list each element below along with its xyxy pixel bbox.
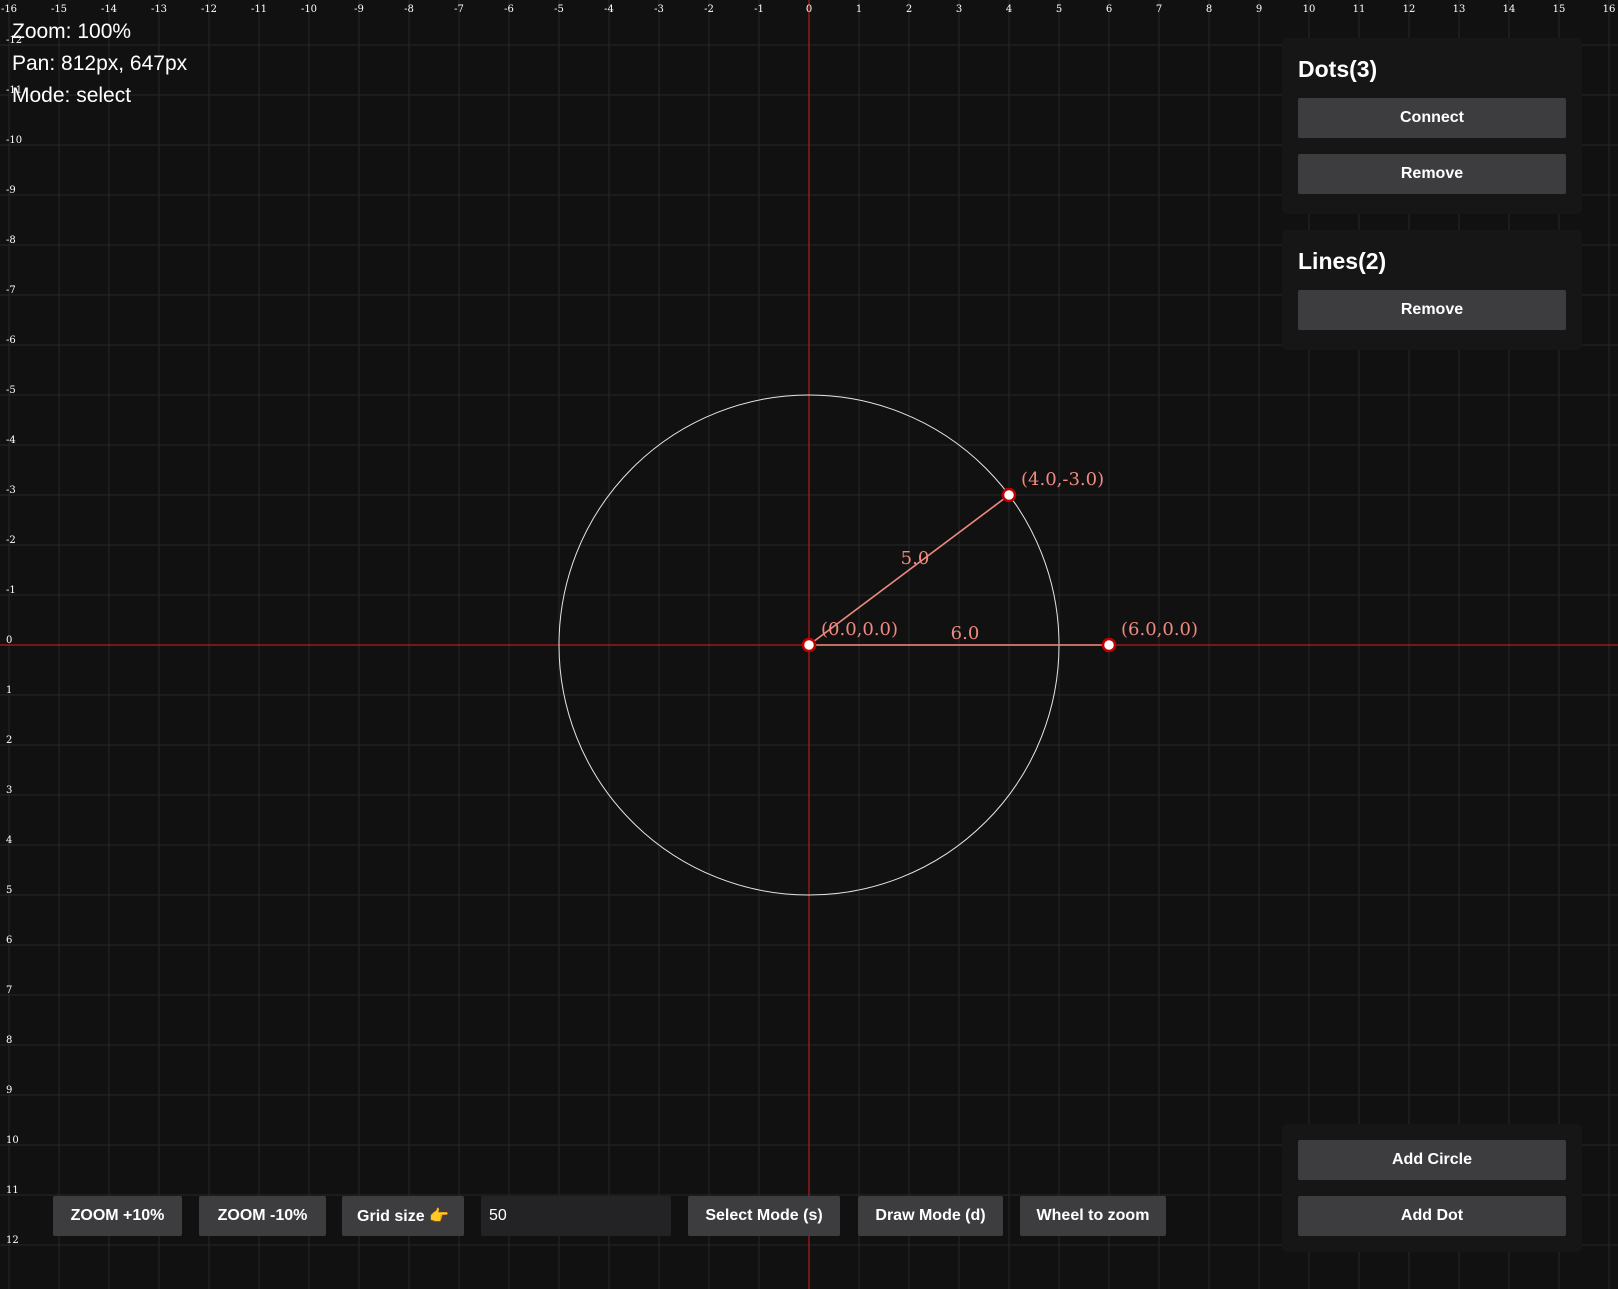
y-tick-label: 2 <box>6 735 12 746</box>
y-tick-label: 3 <box>6 785 12 796</box>
x-tick-label: -15 <box>51 4 67 15</box>
x-tick-label: -1 <box>754 4 764 15</box>
x-tick-label: -7 <box>454 4 464 15</box>
connect-button[interactable]: Connect <box>1298 98 1566 138</box>
x-tick-label: -12 <box>201 4 217 15</box>
y-tick-label: -3 <box>6 485 16 496</box>
x-tick-label: 11 <box>1353 4 1366 15</box>
dot-coordinate-label: (0.0,0.0) <box>821 619 898 640</box>
x-tick-label: 2 <box>906 4 912 15</box>
x-tick-label: -4 <box>604 4 614 15</box>
pan-readout: Pan: 812px, 647px <box>12 52 188 75</box>
lines-panel-title: Lines(2) <box>1298 248 1387 274</box>
x-tick-label: -2 <box>704 4 714 15</box>
y-tick-label: 1 <box>6 685 12 696</box>
x-tick-label: 0 <box>806 4 812 15</box>
y-tick-label: -4 <box>6 435 16 446</box>
y-tick-label: 6 <box>6 935 12 946</box>
dot-point <box>1001 487 1017 503</box>
add-panel: Add Circle Add Dot <box>1282 1124 1582 1252</box>
line-length-label: 5.0 <box>901 548 930 569</box>
dot-coordinate-label: (6.0,0.0) <box>1121 619 1198 640</box>
zoom-in-button[interactable]: ZOOM +10% <box>53 1196 182 1236</box>
y-tick-label: 7 <box>6 985 12 996</box>
x-tick-label: 1 <box>856 4 862 15</box>
x-tick-label: 14 <box>1503 4 1516 15</box>
grid-size-button[interactable]: Grid size 👉 <box>342 1196 464 1236</box>
x-tick-label: 4 <box>1006 4 1012 15</box>
y-tick-label: -6 <box>6 335 16 346</box>
x-tick-label: -5 <box>554 4 564 15</box>
x-tick-label: -16 <box>1 4 17 15</box>
draw-mode-button[interactable]: Draw Mode (d) <box>858 1196 1003 1236</box>
y-tick-label: 9 <box>6 1085 12 1096</box>
y-tick-label: -7 <box>6 285 16 296</box>
x-tick-label: 12 <box>1403 4 1416 15</box>
y-tick-label: -1 <box>6 585 16 596</box>
y-tick-label: 12 <box>6 1235 19 1246</box>
y-tick-label: -2 <box>6 535 16 546</box>
dots-panel-title: Dots(3) <box>1298 56 1378 82</box>
lines-panel: Lines(2) Remove <box>1282 230 1582 350</box>
x-tick-label: 13 <box>1453 4 1466 15</box>
x-tick-label: -8 <box>404 4 414 15</box>
y-tick-label: 8 <box>6 1035 12 1046</box>
x-tick-label: -11 <box>251 4 267 15</box>
add-circle-button[interactable]: Add Circle <box>1298 1140 1566 1180</box>
y-tick-label: 0 <box>6 635 12 646</box>
add-dot-button[interactable]: Add Dot <box>1298 1196 1566 1236</box>
wheel-zoom-button[interactable]: Wheel to zoom <box>1020 1196 1166 1236</box>
status-readout: Zoom: 100% Pan: 812px, 647px Mode: selec… <box>12 16 187 112</box>
dot-point <box>1101 637 1117 653</box>
y-tick-label: -8 <box>6 235 16 246</box>
y-tick-label: 10 <box>6 1135 19 1146</box>
remove-dots-button[interactable]: Remove <box>1298 154 1566 194</box>
x-tick-label: 6 <box>1106 4 1112 15</box>
x-tick-label: 7 <box>1156 4 1162 15</box>
x-tick-label: -3 <box>654 4 664 15</box>
x-tick-label: -6 <box>504 4 514 15</box>
x-tick-label: -13 <box>151 4 167 15</box>
select-mode-button[interactable]: Select Mode (s) <box>688 1196 840 1236</box>
dot-coordinate-label: (4.0,-3.0) <box>1021 469 1104 490</box>
dot-point <box>801 637 817 653</box>
line-length-label: 6.0 <box>951 623 980 644</box>
y-tick-label: -10 <box>6 135 22 146</box>
x-tick-label: 3 <box>956 4 962 15</box>
y-tick-label: 11 <box>6 1185 19 1196</box>
remove-lines-button[interactable]: Remove <box>1298 290 1566 330</box>
x-tick-label: 5 <box>1056 4 1062 15</box>
x-tick-label: 10 <box>1303 4 1316 15</box>
x-tick-label: -14 <box>101 4 117 15</box>
x-tick-label: 16 <box>1603 4 1616 15</box>
x-tick-label: 15 <box>1553 4 1566 15</box>
grid-size-input[interactable] <box>481 1196 671 1236</box>
x-tick-label: 9 <box>1256 4 1262 15</box>
dots-panel: Dots(3) Connect Remove <box>1282 38 1582 214</box>
x-tick-label: -9 <box>354 4 364 15</box>
x-tick-label: -10 <box>301 4 317 15</box>
y-tick-label: 4 <box>6 835 12 846</box>
y-tick-label: 5 <box>6 885 12 896</box>
y-tick-label: -5 <box>6 385 16 396</box>
zoom-readout: Zoom: 100% <box>12 20 132 43</box>
y-tick-label: -9 <box>6 185 16 196</box>
x-tick-label: 8 <box>1206 4 1212 15</box>
zoom-out-button[interactable]: ZOOM -10% <box>199 1196 326 1236</box>
mode-readout: Mode: select <box>12 84 132 107</box>
